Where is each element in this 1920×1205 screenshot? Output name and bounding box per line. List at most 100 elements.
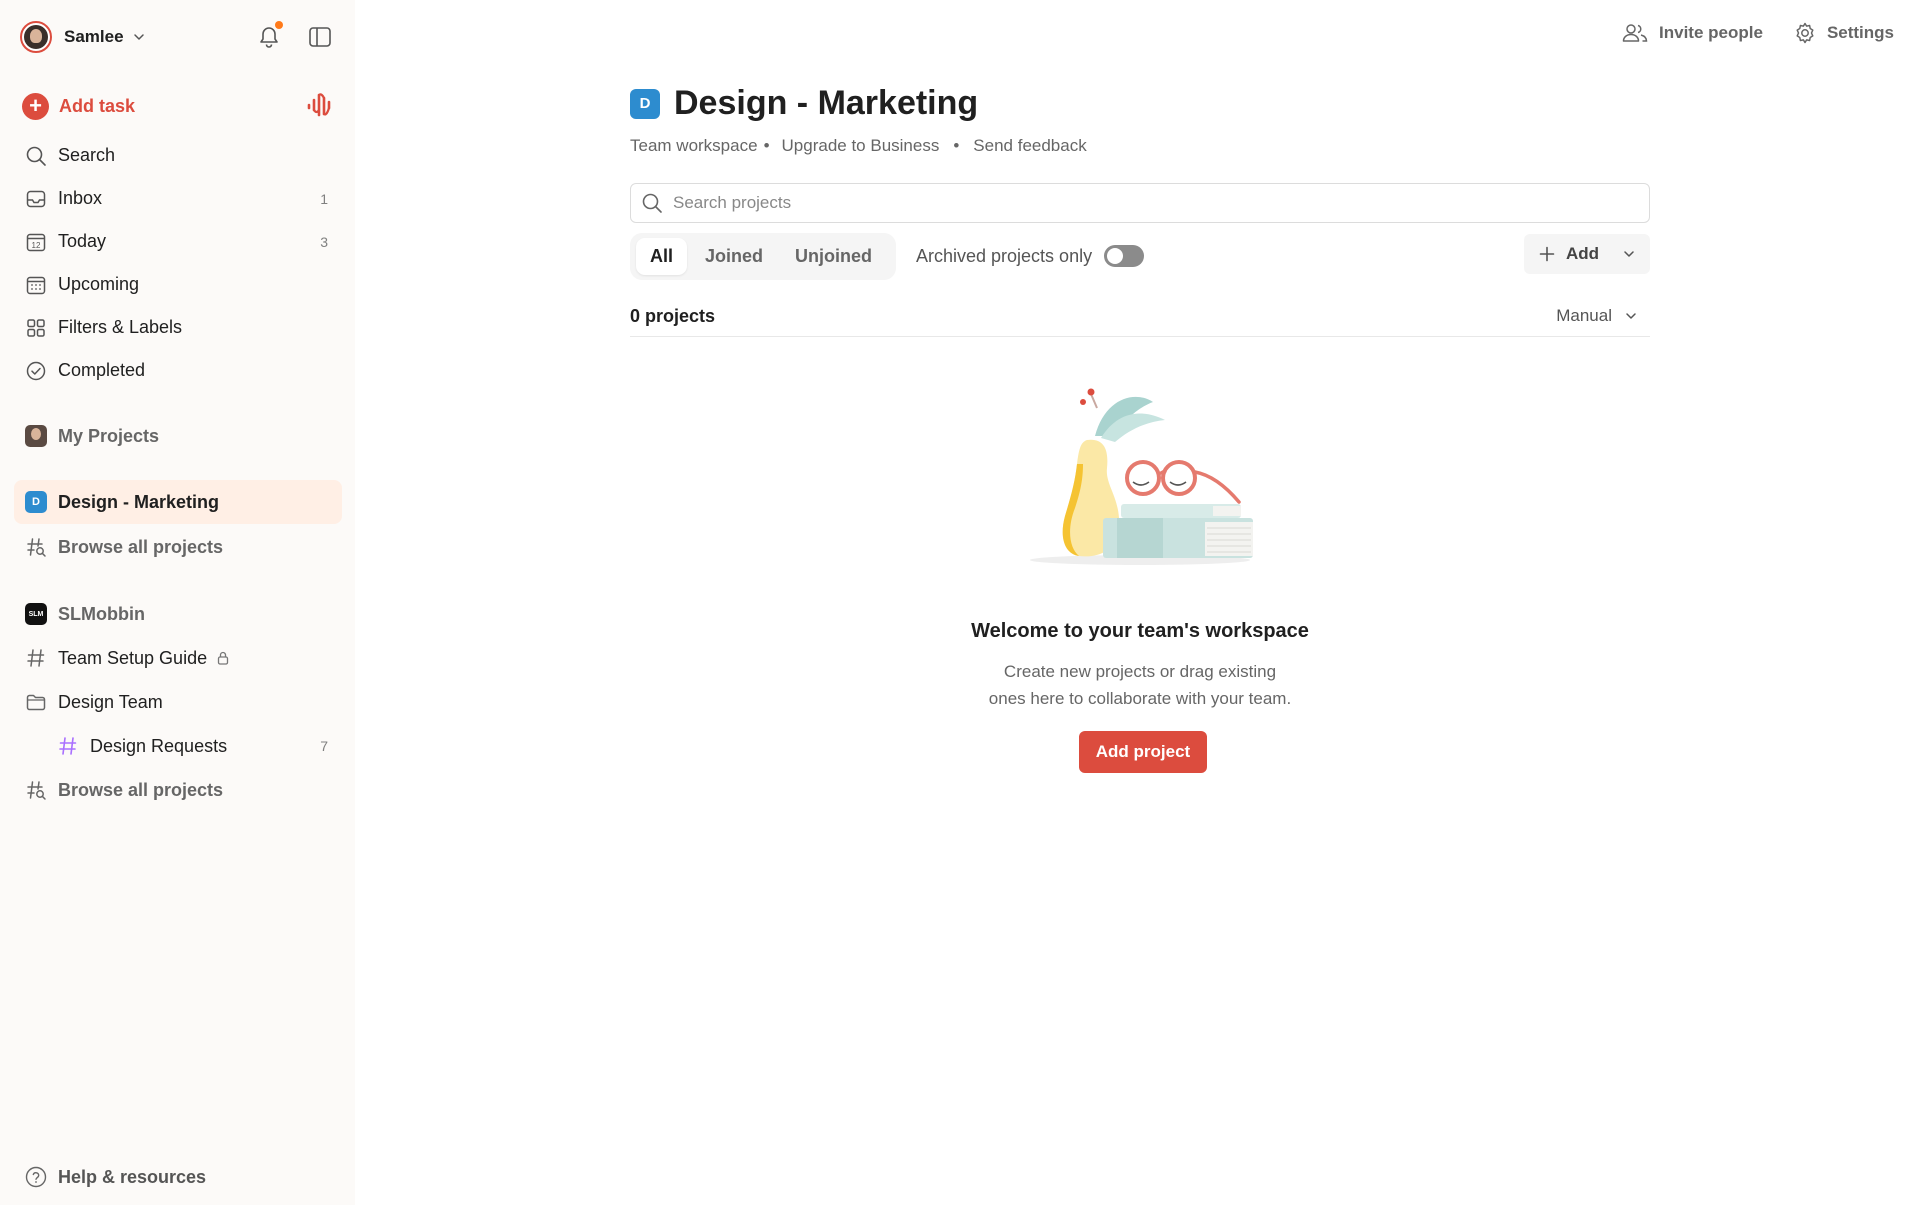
people-icon	[1622, 24, 1648, 42]
chevron-down-icon	[1626, 313, 1636, 319]
workspace-badge: D	[630, 88, 660, 119]
invite-label: Invite people	[1659, 23, 1763, 42]
svg-text:12: 12	[32, 241, 41, 250]
nav-label: SLMobbin	[58, 603, 145, 624]
sidebar-item-browse-all-projects-2[interactable]: Browse all projects	[14, 768, 342, 812]
nav-label: Upcoming	[58, 274, 140, 294]
nav-item-today[interactable]: 12 Today 3	[14, 220, 342, 263]
gear-icon	[1796, 22, 1814, 44]
check-circle-icon	[24, 359, 48, 383]
project-count-row: 0 projects Manual	[630, 300, 1650, 337]
invite-people-button[interactable]: Invite people	[1621, 21, 1763, 45]
workspace-meta: Team workspace • Upgrade to Business • S…	[630, 136, 1087, 156]
sort-dropdown[interactable]: Manual	[1556, 306, 1638, 326]
add-task-label: Add task	[59, 95, 136, 116]
inbox-icon	[24, 187, 48, 211]
nav-label: Design Requests	[90, 735, 228, 756]
nav-count: 1	[320, 190, 328, 207]
nav-item-inbox[interactable]: Inbox 1	[14, 177, 342, 220]
nav-label: Browse all projects	[58, 536, 224, 557]
archived-toggle[interactable]	[1104, 245, 1145, 267]
folder-icon	[24, 690, 48, 714]
waveform-icon[interactable]	[305, 90, 335, 120]
nav-label: Search	[58, 145, 116, 165]
user-menu[interactable]: Samlee	[20, 20, 146, 54]
filters-icon	[24, 316, 48, 340]
help-resources-link[interactable]: Help & resources	[24, 1164, 206, 1190]
upgrade-link[interactable]: Upgrade to Business	[782, 136, 940, 156]
settings-label: Settings	[1826, 23, 1894, 42]
page-title: Design - Marketing	[674, 84, 979, 122]
sidebar-item-team-setup-guide[interactable]: Team Setup Guide	[14, 636, 342, 680]
my-projects-avatar	[25, 425, 47, 447]
nav-label: My Projects	[58, 425, 160, 446]
search-projects-input[interactable]	[673, 193, 1573, 213]
nav-label: Design - Marketing	[58, 491, 220, 512]
sidebar-item-my-projects[interactable]: My Projects	[14, 414, 342, 458]
hashtag-search-icon	[24, 778, 48, 802]
nav-label: Inbox	[58, 188, 103, 208]
avatar	[20, 21, 52, 53]
search-projects-field[interactable]	[630, 183, 1650, 223]
main-nav: Search Inbox 1 12 Today 3 Upcoming Filte…	[14, 134, 342, 392]
help-label: Help & resources	[58, 1166, 207, 1187]
workspace-type: Team workspace	[630, 136, 758, 155]
separator-dot: •	[763, 136, 770, 155]
empty-state-illustration	[1030, 388, 1253, 565]
sidebar-item-design-team[interactable]: Design Team	[14, 680, 342, 724]
nav-item-search[interactable]: Search	[14, 134, 342, 177]
tab-all[interactable]: All	[636, 238, 688, 275]
user-name: Samlee	[64, 27, 124, 46]
empty-state-title: Welcome to your team's workspace	[971, 620, 1309, 642]
hashtag-search-icon	[24, 535, 48, 559]
archived-label: Archived projects only	[916, 245, 1093, 266]
chevron-down-icon	[133, 34, 144, 40]
project-filter-tabs: All Joined Unjoined	[630, 233, 897, 280]
empty-state-line: ones here to collaborate with your team.	[988, 689, 1292, 708]
sidebar-toggle-icon[interactable]	[307, 24, 333, 50]
separator-dot: •	[953, 136, 960, 155]
tab-unjoined[interactable]: Unjoined	[781, 238, 886, 275]
settings-button[interactable]: Settings	[1793, 21, 1894, 45]
search-icon	[24, 144, 48, 168]
nav-label: Today	[58, 231, 107, 251]
nav-item-upcoming[interactable]: Upcoming	[14, 263, 342, 306]
project-count: 0 projects	[630, 306, 716, 326]
nav-label: Completed	[58, 360, 146, 380]
empty-state-description: Create new projects or drag existing one…	[630, 658, 1650, 712]
sidebar-item-slmobbin[interactable]: SLM SLMobbin	[14, 592, 342, 636]
nav-count: 7	[320, 738, 328, 754]
send-feedback-link[interactable]: Send feedback	[973, 136, 1086, 156]
nav-count: 3	[320, 233, 328, 250]
help-icon	[25, 1166, 47, 1188]
add-task-button[interactable]: + Add task	[22, 92, 135, 120]
sidebar: Samlee + Add task Search Inbox 1 12 Toda…	[0, 0, 355, 1205]
sidebar-item-browse-all-projects[interactable]: Browse all projects	[14, 525, 342, 569]
archived-filter: Archived projects only	[916, 245, 1145, 267]
notification-dot	[275, 21, 283, 29]
nav-label: Filters & Labels	[58, 317, 183, 337]
workspace-badge: D	[25, 491, 47, 513]
add-dropdown-button[interactable]: Add	[1524, 234, 1650, 274]
page-header: D Design - Marketing	[630, 84, 978, 123]
empty-state-line: Create new projects or drag existing	[1003, 662, 1277, 681]
nav-label: Design Team	[58, 691, 163, 712]
nav-label: Browse all projects	[58, 779, 224, 800]
hashtag-icon	[56, 734, 80, 758]
add-project-button[interactable]: Add project	[1079, 731, 1207, 773]
calendar-grid-icon	[24, 273, 48, 297]
sort-label: Manual	[1556, 306, 1612, 325]
tab-joined[interactable]: Joined	[691, 238, 777, 275]
calendar-today-icon: 12	[24, 230, 48, 254]
search-icon	[642, 193, 662, 213]
chevron-down-icon	[1624, 251, 1634, 257]
workspace-badge: SLM	[25, 603, 47, 625]
sidebar-item-design-marketing[interactable]: D Design - Marketing	[14, 480, 342, 524]
plus-icon	[1539, 246, 1555, 262]
sidebar-item-design-requests[interactable]: Design Requests 7	[14, 724, 342, 768]
top-actions: Invite people Settings	[1591, 21, 1894, 45]
nav-item-filters-labels[interactable]: Filters & Labels	[14, 306, 342, 349]
nav-item-completed[interactable]: Completed	[14, 349, 342, 392]
lock-icon	[217, 651, 229, 665]
hashtag-icon	[24, 646, 48, 670]
